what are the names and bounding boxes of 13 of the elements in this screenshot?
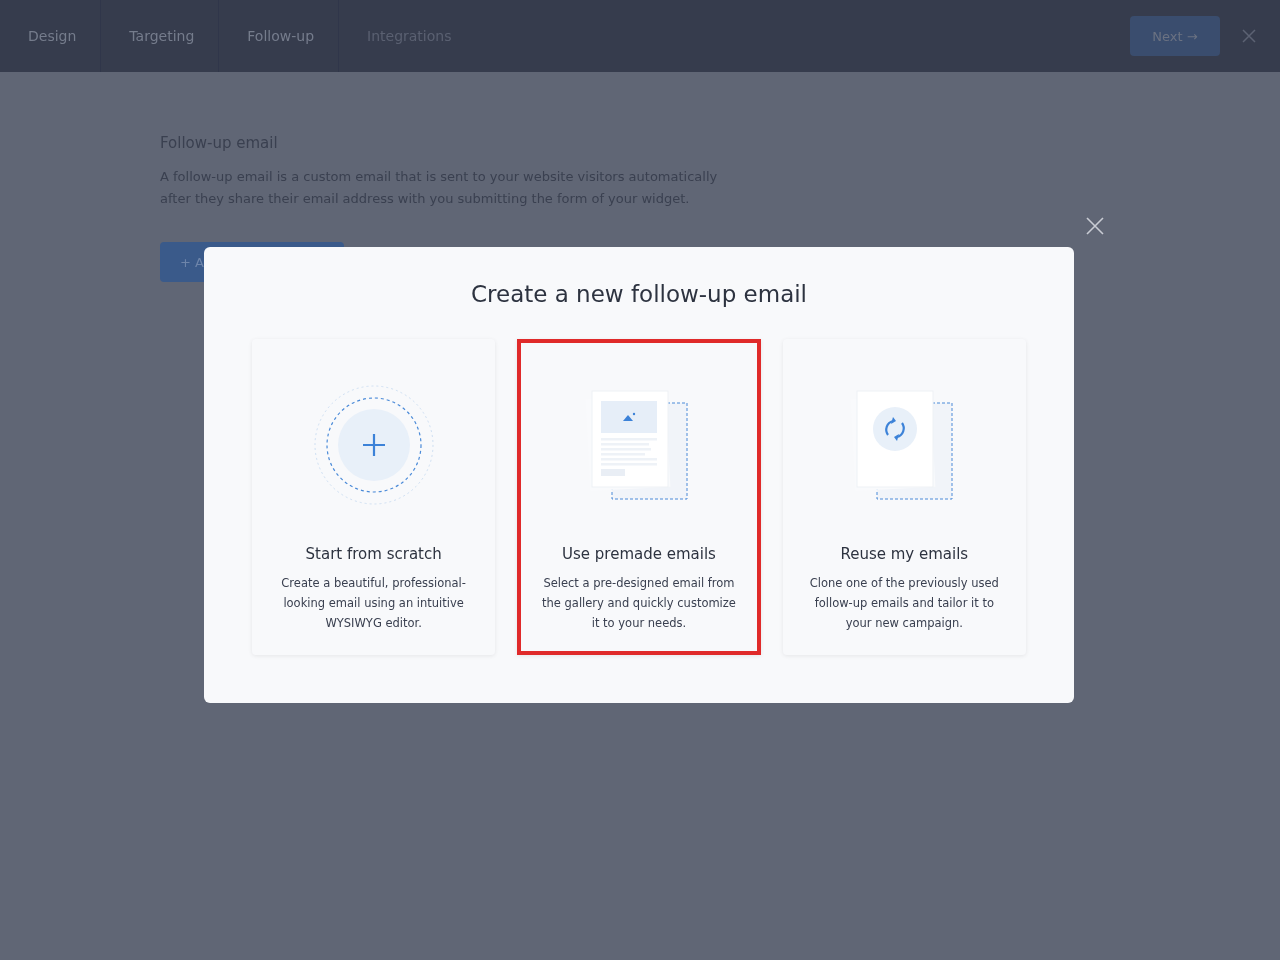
- option-card[interactable]: Use premade emails Select a pre-designed email from the gallery and quickly customize it to your needs.: [517, 339, 761, 655]
- close-icon[interactable]: [1242, 29, 1256, 43]
- wizard-step[interactable]: Targeting: [101, 0, 220, 72]
- wizard-step[interactable]: Design: [0, 0, 102, 72]
- option-description: Create a beautiful, professional-looking email using an intuitive WYSIWYG editor.: [280, 575, 467, 632]
- option-description: Clone one of the previously used follow-up emails and tailor it to your new campaign.: [808, 575, 1000, 632]
- plus-circle-icon: [312, 384, 435, 506]
- option-title: Reuse my emails: [840, 545, 969, 563]
- option-title: Start from scratch: [305, 545, 442, 563]
- option-description: Select a pre-designed email from the gallery and quickly customize it to your needs.: [541, 575, 737, 632]
- modal-title: Create a new follow-up email: [469, 281, 808, 307]
- option-title: Use premade emails: [562, 545, 716, 563]
- wizard-step[interactable]: Follow-up: [219, 0, 340, 72]
